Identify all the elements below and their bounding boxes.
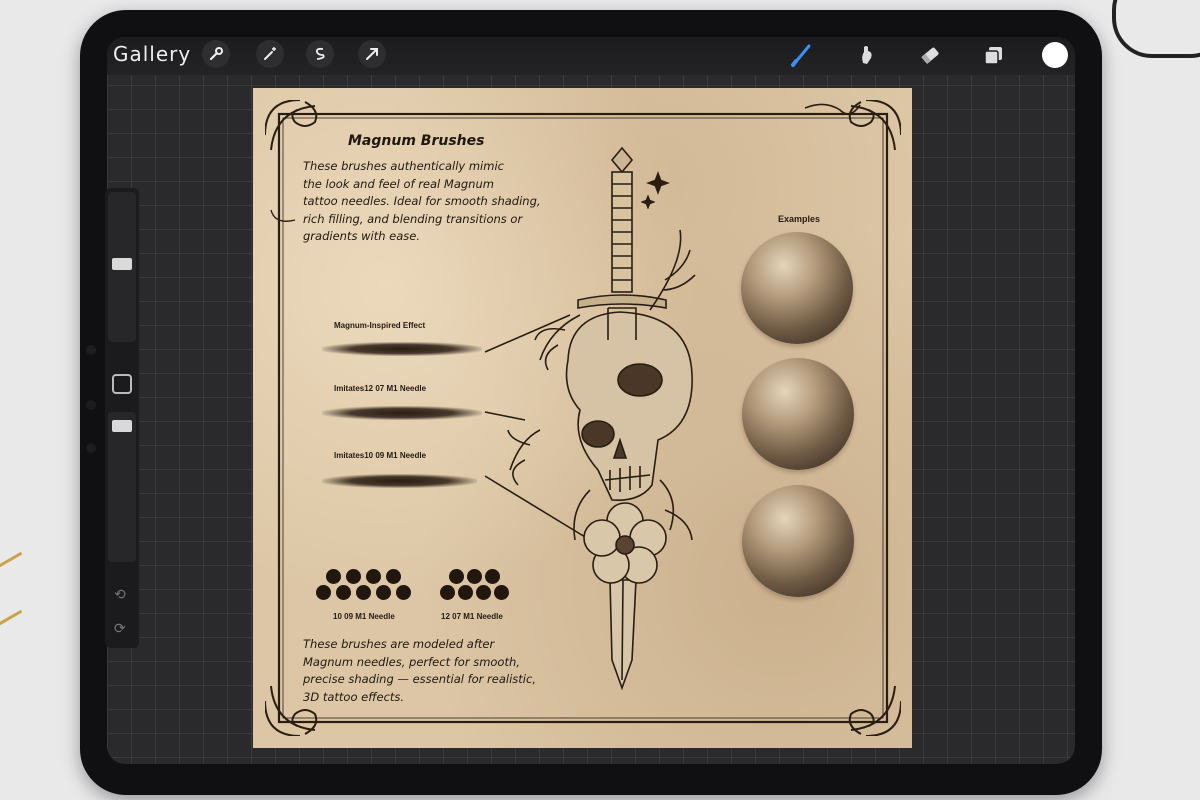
dagger-skull-illustration bbox=[484, 146, 696, 691]
brush-size-thumb[interactable] bbox=[112, 258, 132, 270]
smudge-icon[interactable] bbox=[852, 40, 882, 70]
selection-icon[interactable] bbox=[306, 40, 334, 68]
transform-arrow-icon[interactable] bbox=[358, 40, 386, 68]
opacity-slider[interactable] bbox=[108, 412, 136, 562]
pencil-prop bbox=[0, 609, 23, 630]
magic-wand-icon[interactable] bbox=[256, 40, 284, 68]
brush-stroke-sample bbox=[322, 342, 482, 356]
brush-icon[interactable] bbox=[787, 40, 817, 70]
canvas-title: Magnum Brushes bbox=[348, 133, 485, 149]
eraser-icon[interactable] bbox=[915, 40, 945, 70]
undo-icon[interactable]: ⟲ bbox=[114, 586, 126, 603]
brush-size-slider[interactable] bbox=[108, 192, 136, 342]
color-picker-icon[interactable] bbox=[1042, 42, 1068, 68]
stroke-label: Imitates12 07 M1 Needle bbox=[334, 384, 427, 393]
shading-example-sphere bbox=[742, 485, 854, 597]
tablet-side-dot bbox=[86, 345, 96, 355]
shading-example-sphere bbox=[741, 232, 853, 344]
redo-icon[interactable]: ⟳ bbox=[114, 620, 126, 637]
modify-button-icon[interactable] bbox=[112, 374, 132, 394]
tablet-side-dot bbox=[86, 443, 96, 453]
needle-label: 10 09 M1 Needle bbox=[333, 612, 395, 621]
top-toolbar: Gallery bbox=[107, 37, 1075, 75]
layers-icon[interactable] bbox=[979, 40, 1009, 70]
brush-stroke-sample bbox=[322, 406, 482, 420]
wrench-icon[interactable] bbox=[202, 40, 230, 68]
gallery-button[interactable]: Gallery bbox=[113, 42, 191, 66]
examples-label: Examples bbox=[778, 214, 821, 224]
pencil-prop bbox=[0, 551, 23, 572]
tablet-side-dot bbox=[86, 400, 96, 410]
brush-stroke-sample bbox=[322, 474, 477, 488]
glasses-prop bbox=[1112, 0, 1200, 58]
shading-example-sphere bbox=[742, 358, 854, 470]
stroke-label: Imitates10 09 M1 Needle bbox=[334, 451, 427, 460]
opacity-thumb[interactable] bbox=[112, 420, 132, 432]
left-sidebar: ⟲ ⟳ bbox=[105, 188, 139, 648]
stroke-label: Magnum-Inspired Effect bbox=[334, 321, 426, 330]
